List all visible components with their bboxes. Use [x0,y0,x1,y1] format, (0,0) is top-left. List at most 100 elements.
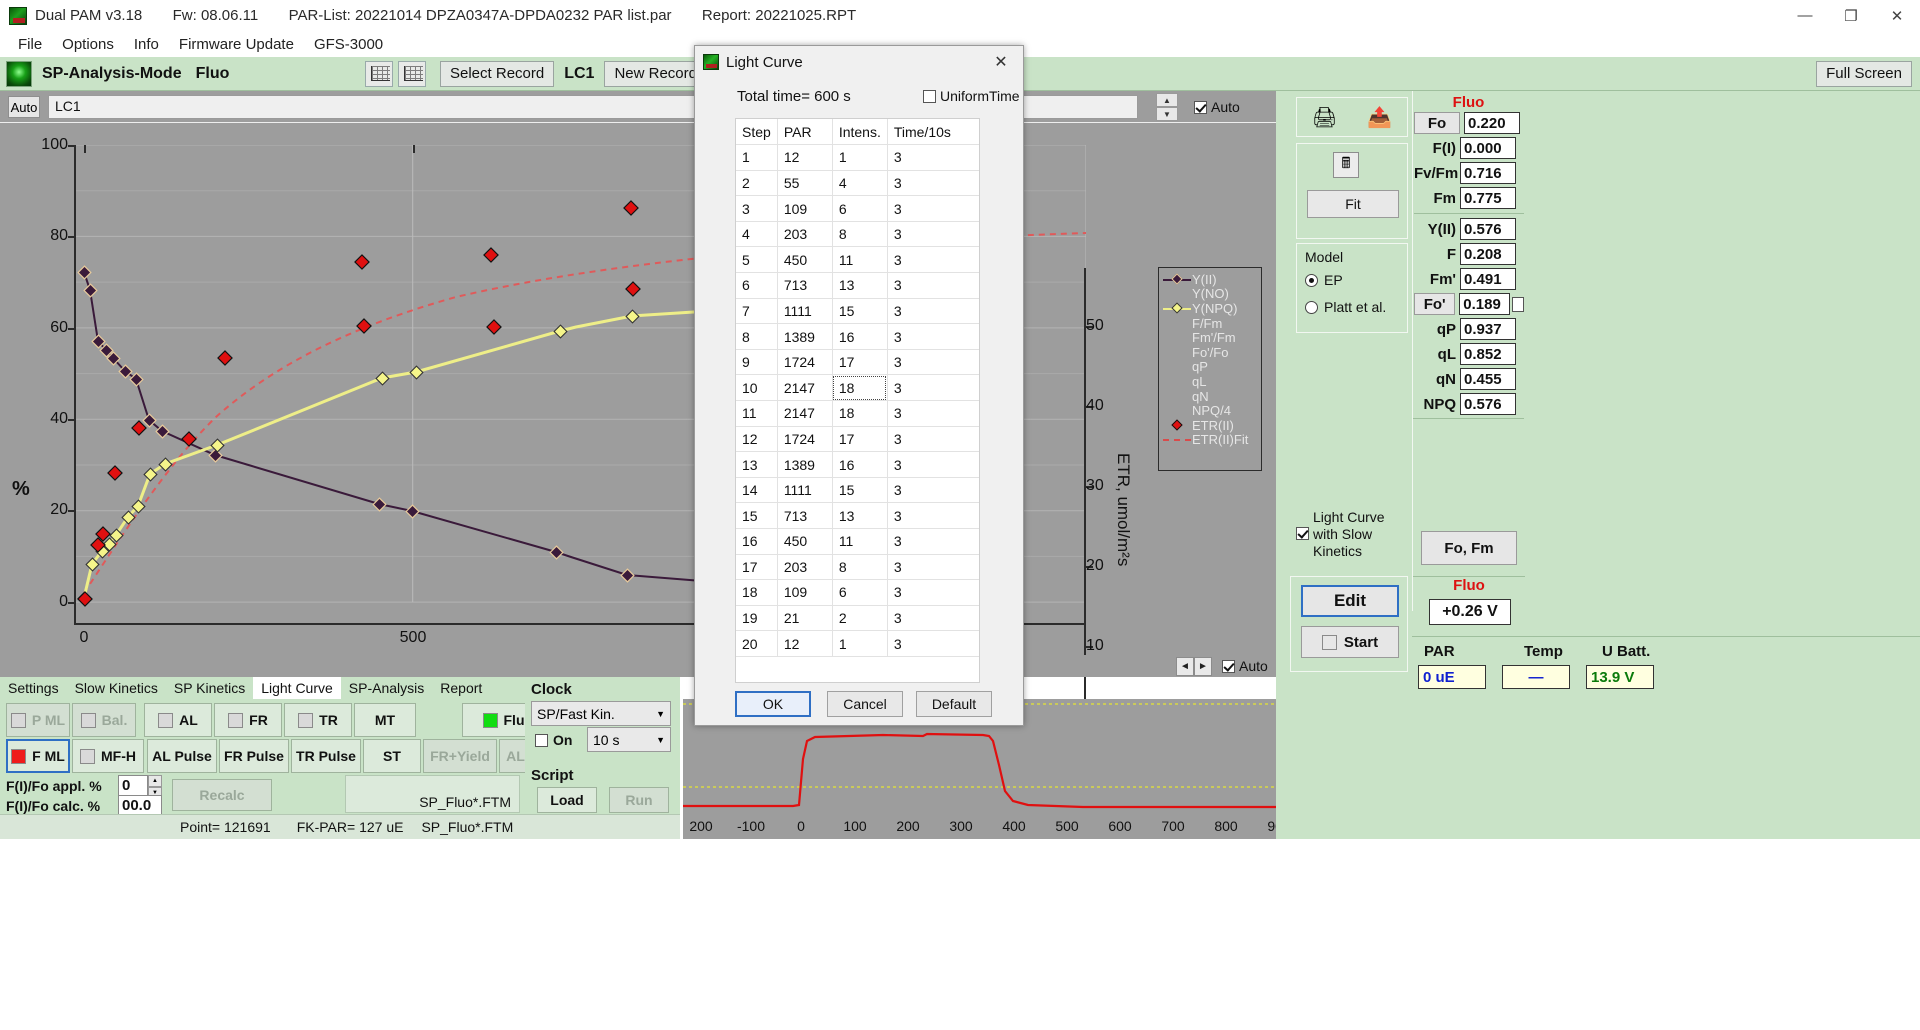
par-cell[interactable]: 713 [777,503,832,529]
step-cell[interactable]: 12 [736,426,777,452]
intens-cell[interactable]: 11 [832,247,887,273]
tab-sp-kinetics[interactable]: SP Kinetics [166,677,253,699]
intens-cell[interactable]: 18 [832,375,887,401]
tab-light-curve[interactable]: Light Curve [253,677,341,699]
step-cell[interactable]: 13 [736,452,777,478]
intens-cell[interactable]: 1 [832,145,887,171]
button-fr[interactable]: FR [214,703,282,737]
table-row[interactable]: 201213 [736,631,980,657]
intens-cell[interactable]: 16 [832,324,887,350]
time-cell[interactable]: 3 [887,631,980,657]
par-cell[interactable]: 12 [777,631,832,657]
chart-prev-icon[interactable]: ◄ [1176,657,1194,676]
par-cell[interactable]: 1111 [777,298,832,324]
time-cell[interactable]: 3 [887,452,980,478]
time-cell[interactable]: 3 [887,196,980,222]
legend-item-ynpq[interactable]: Y(NPQ) [1162,301,1261,316]
menu-item-options[interactable]: Options [52,34,124,55]
intens-cell[interactable]: 1 [832,631,887,657]
step-cell[interactable]: 11 [736,401,777,427]
step-cell[interactable]: 16 [736,529,777,555]
time-cell[interactable]: 3 [887,298,980,324]
time-cell[interactable]: 3 [887,145,980,171]
minimize-button[interactable]: — [1782,0,1828,31]
tab-settings[interactable]: Settings [0,677,67,699]
time-cell[interactable]: 3 [887,247,980,273]
step-cell[interactable]: 19 [736,605,777,631]
time-cell[interactable]: 3 [887,375,980,401]
table-row[interactable]: 5450113 [736,247,980,273]
par-cell[interactable]: 109 [777,196,832,222]
legend-item-qn[interactable]: qN [1162,389,1261,404]
time-cell[interactable]: 3 [887,170,980,196]
time-cell[interactable]: 3 [887,477,980,503]
record-spinner[interactable]: ▲ ▼ [1156,93,1178,121]
radio-ep-icon[interactable] [1305,274,1318,287]
dialog-default-button[interactable]: Default [916,691,992,717]
legend-item-yno[interactable]: Y(NO) [1162,287,1261,302]
spinner-up-icon[interactable]: ▲ [1156,93,1178,107]
par-cell[interactable]: 21 [777,605,832,631]
table-row[interactable]: 310963 [736,196,980,222]
spinner-down-icon[interactable]: ▼ [1156,107,1178,121]
legend-item-fop-fo[interactable]: Fo'/Fo [1162,345,1261,360]
legend-item-ql[interactable]: qL [1162,374,1261,389]
button-al-pulse[interactable]: AL Pulse [147,739,217,773]
dialog-cancel-button[interactable]: Cancel [827,691,903,717]
model-option-ep[interactable]: EP [1305,272,1343,288]
light-curve-table[interactable]: Step PAR Intens. Time/10s 11213255433109… [735,118,980,683]
button-bal[interactable]: Bal. [72,703,136,737]
step-cell[interactable]: 10 [736,375,777,401]
intens-cell[interactable]: 6 [832,580,887,606]
tab-slow-kinetics[interactable]: Slow Kinetics [67,677,166,699]
button-fr-pulse[interactable]: FR Pulse [219,739,289,773]
clock-mode-select[interactable]: SP/Fast Kin. ▼ [531,701,671,726]
chart-auto-checkbox-box[interactable] [1222,660,1235,673]
table-row[interactable]: 6713133 [736,273,980,299]
time-cell[interactable]: 3 [887,554,980,580]
table-row[interactable]: 141111153 [736,477,980,503]
par-cell[interactable]: 1724 [777,426,832,452]
light-curve-chart[interactable]: 0 20 40 60 80 100 0 500 1000 % PAR, uE 0… [0,123,1276,655]
table-row[interactable]: 1810963 [736,580,980,606]
step-cell[interactable]: 20 [736,631,777,657]
par-cell[interactable]: 203 [777,221,832,247]
par-cell[interactable]: 450 [777,529,832,555]
par-cell[interactable]: 55 [777,170,832,196]
par-cell[interactable]: 2147 [777,401,832,427]
time-cell[interactable]: 3 [887,273,980,299]
table-row[interactable]: 91724173 [736,349,980,375]
menu-item-info[interactable]: Info [124,34,169,55]
legend-item-etr2fit[interactable]: ETR(II)Fit [1162,433,1261,448]
dialog-close-button[interactable]: ✕ [979,46,1023,78]
intens-cell[interactable]: 2 [832,605,887,631]
step-cell[interactable]: 6 [736,273,777,299]
button-mt[interactable]: MT [354,703,416,737]
intens-cell[interactable]: 8 [832,221,887,247]
model-option-platt[interactable]: Platt et al. [1305,299,1386,315]
calculator-icon[interactable]: 🖩 [1333,152,1359,178]
button-mf-h[interactable]: MF-H [72,739,144,773]
full-screen-button[interactable]: Full Screen [1816,61,1912,87]
step-cell[interactable]: 8 [736,324,777,350]
table-row[interactable]: 71111153 [736,298,980,324]
par-cell[interactable]: 1389 [777,324,832,350]
export-icon[interactable]: 📤 [1367,105,1392,130]
button-fr-yield[interactable]: FR+Yield [423,739,497,773]
par-cell[interactable]: 2147 [777,375,832,401]
table-row[interactable]: 1720383 [736,554,980,580]
uniform-time-checkbox-box[interactable] [923,90,936,103]
step-cell[interactable]: 4 [736,221,777,247]
table-row[interactable]: 25543 [736,170,980,196]
menu-item-gfs-3000[interactable]: GFS-3000 [304,34,393,55]
time-cell[interactable]: 3 [887,529,980,555]
step-cell[interactable]: 2 [736,170,777,196]
step-cell[interactable]: 1 [736,145,777,171]
button-st[interactable]: ST [363,739,421,773]
intens-cell[interactable]: 17 [832,349,887,375]
chart-pager[interactable]: ◄ ► [1176,657,1212,676]
chart-auto-checkbox[interactable]: Auto [1222,658,1268,674]
intens-cell[interactable]: 15 [832,477,887,503]
menu-item-file[interactable]: File [8,34,52,55]
table-row[interactable]: 131389163 [736,452,980,478]
